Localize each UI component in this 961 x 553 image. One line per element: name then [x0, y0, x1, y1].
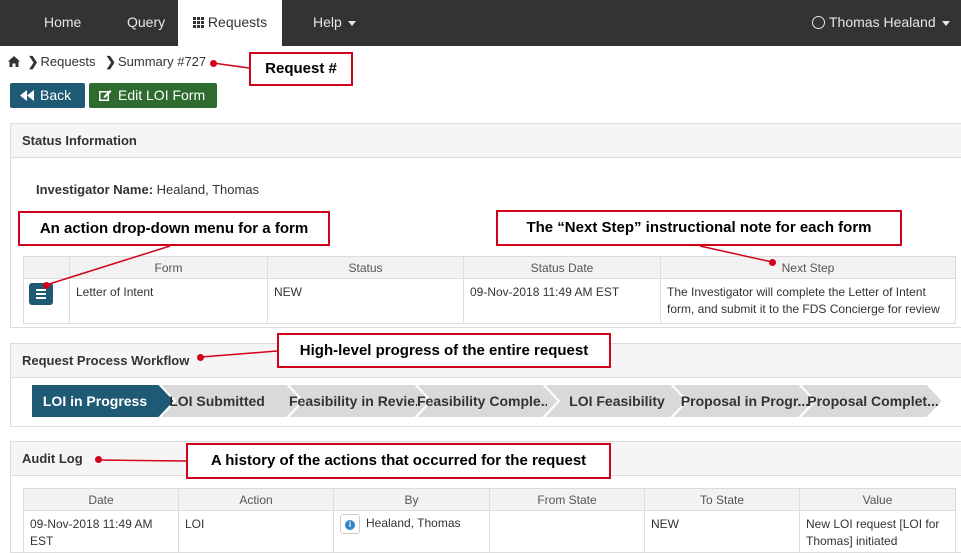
status-date: 09-Nov-2018 11:49 AM EST — [463, 278, 661, 324]
top-navbar: Home Query Requests Help Thomas Healand — [0, 0, 961, 46]
user-name: Thomas Healand — [829, 14, 936, 30]
workflow-step-feasibility-complete: Feasibility Comple... — [417, 393, 547, 409]
callout-dot — [210, 60, 217, 67]
status-col-next-step: Next Step — [660, 256, 956, 279]
callout-dot — [95, 456, 102, 463]
workflow-steps: LOI in Progress LOI Submitted Feasibilit… — [31, 384, 951, 418]
back-button[interactable]: Back — [10, 83, 85, 108]
nav-home[interactable]: Home — [44, 0, 81, 46]
nav-user-menu[interactable]: Thomas Healand — [812, 0, 950, 46]
nav-query[interactable]: Query — [127, 0, 165, 46]
status-col-date: Status Date — [463, 256, 661, 279]
workflow-step-loi-feasibility: LOI Feasibility — [569, 393, 665, 409]
backward-icon — [20, 90, 34, 101]
back-label: Back — [40, 87, 72, 103]
audit-by-name: Healand, Thomas — [366, 516, 461, 531]
status-form: Letter of Intent — [69, 278, 268, 324]
user-icon — [812, 16, 825, 29]
status-next-step: The Investigator will complete the Lette… — [660, 278, 956, 324]
workflow-step-feasibility-review: Feasibility in Revie... — [289, 393, 417, 409]
callout-history: A history of the actions that occurred f… — [186, 443, 611, 479]
investigator-label: Investigator Name: — [36, 182, 154, 197]
status-status: NEW — [267, 278, 464, 324]
edit-label: Edit LOI Form — [118, 87, 206, 103]
workflow-step-proposal-complete: Proposal Complet... — [807, 393, 939, 409]
workflow-step-loi-in-progress: LOI in Progress — [42, 393, 148, 409]
status-table: Form Status Status Date Next Step Letter… — [23, 256, 956, 324]
nav-help-label: Help — [313, 14, 342, 30]
callout-next-step: The “Next Step” instructional note for e… — [496, 210, 902, 246]
callout-action-menu: An action drop-down menu for a form — [18, 211, 330, 246]
audit-date: 09-Nov-2018 11:49 AM EST — [23, 510, 179, 553]
audit-col-to-state: To State — [644, 488, 800, 511]
workflow-step-proposal-in-progress: Proposal in Progr... — [680, 393, 810, 409]
callout-dot — [197, 354, 204, 361]
status-panel-title: Status Information — [11, 124, 961, 158]
nav-requests-label: Requests — [207, 14, 268, 30]
nav-requests[interactable]: Requests — [178, 0, 282, 46]
caret-down-icon — [347, 20, 356, 26]
breadcrumb-summary: Summary #727 — [117, 54, 207, 69]
investigator-value: Healand, Thomas — [156, 182, 260, 197]
audit-col-value: Value — [799, 488, 956, 511]
edit-icon — [99, 90, 112, 101]
breadcrumb-requests[interactable]: Requests — [41, 54, 96, 69]
edit-loi-form-button[interactable]: Edit LOI Form — [89, 83, 217, 108]
home-icon[interactable] — [8, 56, 20, 67]
investigator-name: Investigator Name: Healand, Thomas — [36, 182, 259, 197]
grid-icon — [192, 17, 204, 28]
audit-value: New LOI request [LOI for Thomas] initiat… — [799, 510, 956, 553]
callout-request-number: Request # — [249, 52, 353, 86]
audit-from-state — [489, 510, 645, 553]
callout-dot — [43, 282, 50, 289]
audit-col-date: Date — [23, 488, 179, 511]
info-button[interactable]: i — [340, 514, 360, 534]
breadcrumb: ❯ Requests ❯ Summary #727 — [8, 54, 208, 70]
audit-col-from-state: From State — [489, 488, 645, 511]
caret-down-icon — [941, 20, 950, 26]
callout-dot — [769, 259, 776, 266]
table-row: 09-Nov-2018 11:49 AM EST LOI i Healand, T… — [23, 510, 956, 553]
workflow-step-loi-submitted: LOI Submitted — [169, 393, 265, 409]
audit-col-by: By — [333, 488, 490, 511]
chevron-right-icon: ❯ — [27, 54, 39, 69]
status-col-form: Form — [69, 256, 268, 279]
nav-help[interactable]: Help — [313, 0, 356, 46]
audit-col-action: Action — [178, 488, 334, 511]
status-col-status: Status — [267, 256, 464, 279]
info-icon: i — [345, 520, 355, 530]
audit-by: i Healand, Thomas — [333, 510, 490, 553]
audit-to-state: NEW — [644, 510, 800, 553]
audit-table: Date Action By From State To State Value… — [23, 488, 956, 553]
status-col-menu — [23, 256, 70, 279]
chevron-right-icon: ❯ — [105, 54, 116, 69]
callout-progress: High-level progress of the entire reques… — [277, 333, 611, 368]
audit-action: LOI — [178, 510, 334, 553]
